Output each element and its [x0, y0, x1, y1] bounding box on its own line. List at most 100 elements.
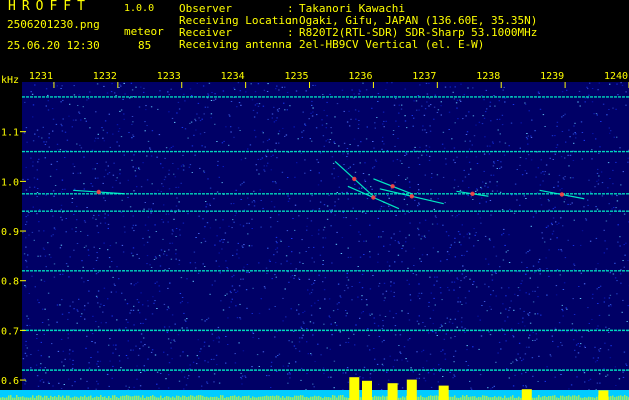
noise-speck — [225, 260, 227, 262]
noise-speck — [436, 174, 439, 176]
noise-speck — [491, 274, 493, 276]
noise-speck — [51, 108, 54, 110]
noise-speck — [50, 163, 53, 165]
noise-speck — [142, 237, 144, 239]
noise-speck — [555, 147, 558, 148]
activity-sample — [562, 395, 564, 400]
noise-speck — [107, 173, 109, 175]
noise-speck — [564, 157, 566, 159]
noise-speck — [25, 261, 28, 263]
noise-speck — [622, 371, 624, 373]
noise-speck — [68, 312, 70, 314]
noise-speck — [365, 240, 367, 242]
noise-speck — [116, 177, 118, 179]
noise-speck — [427, 372, 430, 374]
activity-sample — [482, 395, 484, 400]
noise-speck — [508, 287, 510, 289]
noise-speck — [437, 251, 439, 253]
noise-speck — [595, 237, 598, 239]
noise-speck — [188, 166, 191, 168]
noise-speck — [144, 224, 147, 226]
noise-speck — [406, 177, 409, 179]
noise-speck — [596, 288, 598, 290]
noise-speck — [170, 88, 172, 90]
noise-speck — [97, 351, 99, 353]
noise-speck — [435, 216, 437, 218]
noise-speck — [381, 148, 383, 150]
activity-sample — [154, 396, 156, 400]
noise-speck — [265, 267, 268, 269]
noise-speck — [542, 114, 545, 116]
y-tick-label: 1.0 — [1, 177, 19, 188]
noise-speck — [611, 195, 613, 197]
noise-speck — [179, 293, 182, 294]
noise-speck — [311, 257, 313, 259]
noise-speck — [136, 253, 138, 255]
noise-speck — [330, 323, 332, 325]
noise-speck — [71, 367, 74, 369]
activity-sample — [96, 396, 98, 400]
noise-speck — [218, 252, 220, 254]
activity-sample — [338, 395, 340, 400]
noise-speck — [254, 104, 257, 106]
noise-speck — [531, 119, 533, 121]
noise-speck — [147, 305, 149, 307]
noise-speck — [253, 200, 255, 202]
noise-speck — [388, 265, 391, 267]
noise-speck — [319, 254, 322, 256]
noise-speck — [42, 126, 44, 128]
activity-sample — [564, 396, 566, 400]
noise-speck — [243, 244, 245, 246]
noise-speck — [605, 375, 607, 377]
noise-speck — [508, 309, 510, 311]
noise-speck — [54, 185, 57, 186]
activity-sample — [38, 395, 40, 400]
noise-speck — [220, 300, 222, 302]
noise-speck — [88, 254, 90, 256]
noise-speck — [526, 172, 528, 174]
noise-speck — [41, 322, 44, 323]
noise-speck — [208, 345, 210, 347]
noise-speck — [392, 134, 395, 135]
activity-sample — [454, 395, 456, 400]
noise-speck — [561, 131, 564, 132]
noise-speck — [158, 254, 161, 256]
noise-speck — [290, 308, 292, 310]
noise-speck — [276, 251, 278, 253]
noise-speck — [404, 88, 406, 90]
noise-speck — [406, 204, 408, 206]
noise-speck — [153, 302, 155, 304]
noise-speck — [174, 323, 176, 325]
noise-speck — [77, 105, 79, 106]
noise-speck — [389, 244, 391, 246]
noise-speck — [494, 271, 497, 273]
noise-speck — [488, 238, 491, 240]
noise-speck — [60, 388, 63, 389]
noise-speck — [310, 353, 312, 355]
noise-speck — [276, 157, 278, 159]
noise-speck — [147, 140, 150, 142]
noise-speck — [274, 306, 276, 307]
activity-sample — [566, 396, 568, 400]
activity-sample — [572, 395, 574, 400]
noise-speck — [211, 333, 213, 335]
noise-speck — [513, 212, 516, 214]
noise-speck — [517, 287, 520, 289]
noise-speck — [492, 271, 494, 273]
noise-speck — [207, 106, 209, 108]
noise-speck — [239, 184, 242, 186]
activity-sample — [152, 395, 154, 400]
activity-sample — [274, 396, 276, 400]
noise-speck — [135, 167, 137, 169]
noise-speck — [278, 189, 281, 191]
noise-speck — [404, 120, 407, 122]
noise-speck — [61, 130, 64, 132]
noise-speck — [493, 162, 496, 164]
noise-speck — [401, 163, 403, 164]
noise-speck — [52, 234, 54, 236]
activity-sample — [134, 395, 136, 400]
activity-sample — [268, 396, 270, 400]
noise-speck — [115, 344, 117, 346]
noise-speck — [258, 262, 260, 264]
noise-speck — [85, 120, 87, 122]
